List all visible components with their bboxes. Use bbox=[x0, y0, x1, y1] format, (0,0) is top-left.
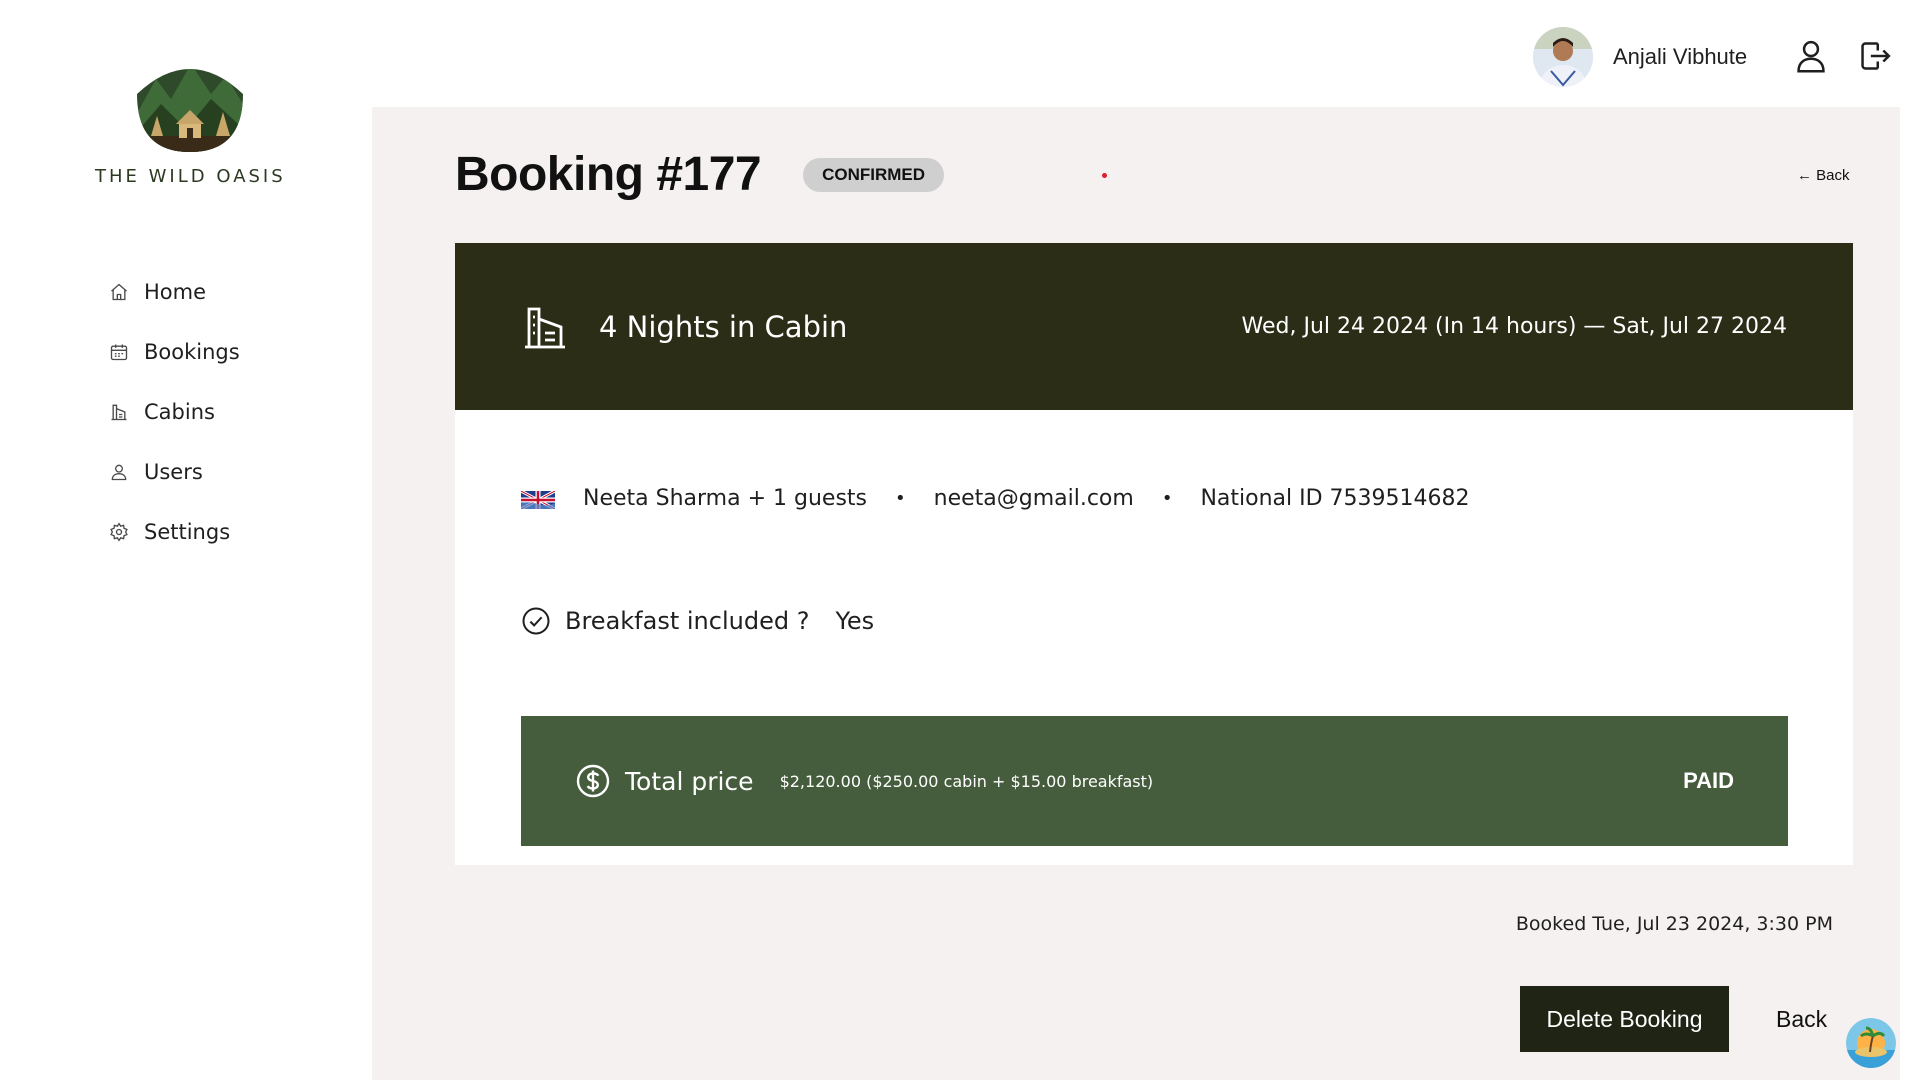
payment-status: PAID bbox=[1683, 768, 1734, 793]
separator-dot: • bbox=[1161, 488, 1173, 509]
sidebar-item-label: Home bbox=[144, 280, 207, 304]
title-row: Booking #177 CONFIRMED bbox=[455, 147, 945, 202]
guest-national-id: National ID 7539514682 bbox=[1200, 486, 1470, 511]
sidebar-item-label: Bookings bbox=[144, 340, 240, 364]
brand-name: THE WILD OASIS bbox=[95, 166, 286, 187]
main-content: Booking #177 CONFIRMED ← Back 4 Nights i… bbox=[372, 107, 1900, 1080]
home-icon bbox=[108, 281, 130, 303]
sidebar: THE WILD OASIS Home Bookings Cabins User… bbox=[0, 0, 372, 1080]
breakfast-label: Breakfast included ? bbox=[565, 607, 810, 635]
booking-card: 4 Nights in Cabin Wed, Jul 24 2024 (In 1… bbox=[455, 243, 1853, 865]
logo[interactable]: THE WILD OASIS bbox=[95, 54, 285, 187]
flag-icon bbox=[520, 489, 556, 510]
booking-dates: Wed, Jul 24 2024 (In 14 hours) — Sat, Ju… bbox=[1241, 314, 1787, 339]
booked-timestamp: Booked Tue, Jul 23 2024, 3:30 PM bbox=[1515, 913, 1833, 935]
check-circle-icon bbox=[521, 606, 551, 636]
price-box: Total price $2,120.00 ($250.00 cabin + $… bbox=[521, 716, 1788, 846]
gear-icon bbox=[108, 521, 130, 543]
sidebar-nav: Home Bookings Cabins Users Settings bbox=[108, 262, 240, 562]
total-price-label: Total price bbox=[625, 766, 754, 796]
avatar bbox=[1533, 27, 1593, 87]
top-header: Anjali Vibhute bbox=[372, 0, 1920, 107]
mountain-cabin-logo bbox=[137, 69, 243, 152]
total-price-detail: $2,120.00 ($250.00 cabin + $15.00 breakf… bbox=[779, 771, 1154, 791]
nights-label: 4 Nights in Cabin bbox=[599, 309, 848, 344]
user-icon[interactable] bbox=[1794, 38, 1828, 74]
breakfast-row: Breakfast included ? Yes bbox=[521, 606, 874, 636]
logout-icon[interactable] bbox=[1858, 38, 1892, 74]
back-button[interactable]: Back bbox=[1756, 986, 1847, 1052]
booking-card-header: 4 Nights in Cabin Wed, Jul 24 2024 (In 1… bbox=[455, 243, 1853, 410]
sidebar-item-users[interactable]: Users bbox=[108, 442, 240, 502]
status-badge: CONFIRMED bbox=[803, 157, 945, 192]
floating-island-icon[interactable] bbox=[1846, 1018, 1896, 1068]
page-title: Booking #177 bbox=[455, 148, 762, 201]
sidebar-item-label: Cabins bbox=[144, 400, 215, 424]
cabin-icon bbox=[521, 303, 569, 351]
dollar-circle-icon bbox=[575, 763, 611, 799]
sidebar-item-settings[interactable]: Settings bbox=[108, 502, 240, 562]
guest-info: Neeta Sharma + 1 guests • neeta@gmail.co… bbox=[520, 486, 1470, 511]
sidebar-item-label: Users bbox=[144, 460, 203, 484]
calendar-icon bbox=[108, 341, 130, 363]
sidebar-item-home[interactable]: Home bbox=[108, 262, 240, 322]
user-name[interactable]: Anjali Vibhute bbox=[1613, 44, 1747, 70]
indicator-dot bbox=[1102, 173, 1107, 178]
cabin-icon bbox=[108, 401, 130, 423]
sidebar-item-bookings[interactable]: Bookings bbox=[108, 322, 240, 382]
delete-booking-button[interactable]: Delete Booking bbox=[1520, 986, 1729, 1052]
sidebar-item-cabins[interactable]: Cabins bbox=[108, 382, 240, 442]
separator-dot: • bbox=[895, 488, 906, 509]
breakfast-value: Yes bbox=[835, 607, 875, 635]
sidebar-item-label: Settings bbox=[144, 520, 231, 544]
guest-email: neeta@gmail.com bbox=[933, 486, 1134, 511]
user-icon bbox=[108, 461, 130, 483]
guest-name: Neeta Sharma + 1 guests bbox=[583, 486, 867, 511]
back-link[interactable]: ← Back bbox=[1797, 167, 1850, 184]
